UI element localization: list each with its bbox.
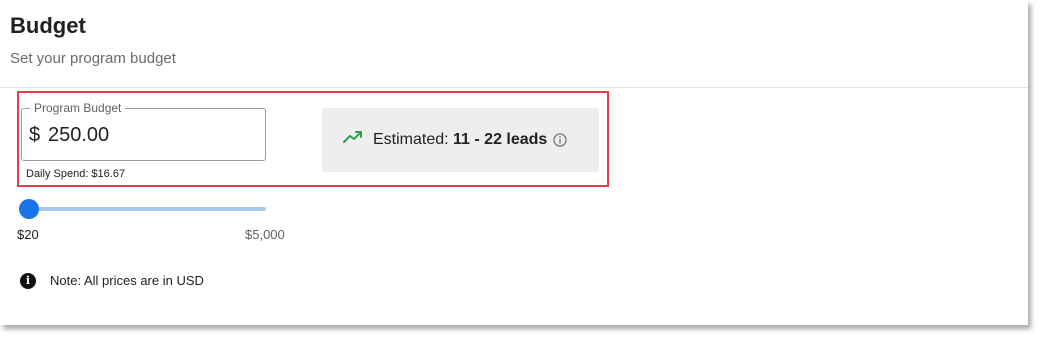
slider-min-label: $20 <box>17 227 39 242</box>
estimate-box: Estimated: 11 - 22 leads <box>322 108 599 172</box>
budget-slider-track[interactable] <box>28 207 266 211</box>
daily-spend-text: Daily Spend: $16.67 <box>26 168 126 180</box>
budget-slider-thumb[interactable] <box>19 199 39 219</box>
info-outline-icon[interactable] <box>553 133 567 152</box>
program-budget-field[interactable]: Program Budget $ 250.00 <box>21 101 266 161</box>
page-subtitle: Set your program budget <box>10 50 176 67</box>
info-filled-icon: i <box>20 273 36 289</box>
page-title: Budget <box>10 13 86 38</box>
estimate-prefix: Estimated: <box>373 131 454 148</box>
header-divider <box>0 87 1028 88</box>
program-budget-label: Program Budget <box>30 101 126 115</box>
estimate-text: Estimated: 11 - 22 leads <box>373 131 547 149</box>
slider-max-label: $5,000 <box>245 227 285 242</box>
budget-panel: Budget Set your program budget Program B… <box>0 0 1028 325</box>
currency-symbol: $ <box>29 124 41 146</box>
program-budget-input[interactable]: 250.00 <box>48 124 109 147</box>
trending-up-icon <box>343 130 363 149</box>
estimate-leads: 11 - 22 leads <box>453 131 548 148</box>
note-text: Note: All prices are in USD <box>50 273 204 288</box>
